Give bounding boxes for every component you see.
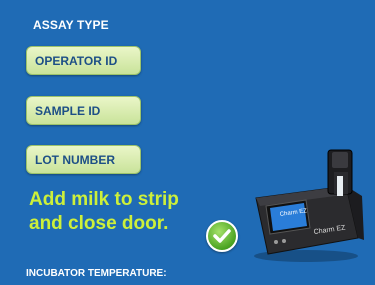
instruction-line-1: Add milk to strip bbox=[29, 189, 179, 210]
operator-id-label: OPERATOR ID bbox=[35, 53, 118, 68]
sample-id-label: SAMPLE ID bbox=[35, 103, 101, 118]
assay-type-header: ASSAY TYPE bbox=[33, 18, 109, 32]
instruction-line-2: and close door. bbox=[29, 213, 169, 234]
sample-id-button[interactable]: SAMPLE ID bbox=[26, 96, 141, 125]
charm-ez-device-image: Charm EZ Charm EZ bbox=[250, 142, 368, 269]
instruction-message: Add milk to strip and close door. bbox=[29, 188, 179, 236]
lot-number-button[interactable]: LOT NUMBER bbox=[26, 145, 141, 174]
operator-id-button[interactable]: OPERATOR ID bbox=[26, 46, 141, 75]
lot-number-label: LOT NUMBER bbox=[35, 152, 115, 167]
check-circle-icon[interactable] bbox=[206, 220, 238, 252]
checkmark-icon bbox=[213, 229, 231, 243]
incubator-temperature-label: INCUBATOR TEMPERATURE: bbox=[26, 268, 167, 279]
